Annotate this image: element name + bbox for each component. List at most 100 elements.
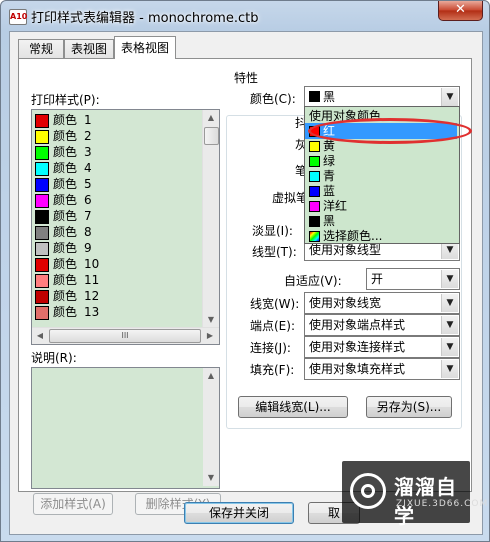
description-scrollbar[interactable]: ▲ ▼: [203, 368, 219, 486]
style-name: 颜色: [53, 241, 78, 255]
color-select[interactable]: 黑 ▼: [304, 86, 460, 108]
chevron-down-icon[interactable]: ▼: [441, 360, 458, 378]
endstyle-label: 端点(E):: [250, 319, 295, 333]
style-number: 9: [84, 241, 92, 255]
color-option[interactable]: 黑: [305, 213, 457, 229]
list-item[interactable]: 颜色 9: [34, 240, 202, 256]
color-swatch-icon: [309, 171, 320, 182]
tab-table-view[interactable]: 表视图: [64, 39, 114, 58]
add-style-button[interactable]: 添加样式(A): [33, 493, 113, 515]
watermark: 溜溜自学 ZIXUE.3D66.COM: [342, 461, 487, 528]
lineweight-label: 线宽(W):: [250, 297, 300, 311]
list-item[interactable]: 颜色 8: [34, 224, 202, 240]
print-styles-label: 打印样式(P):: [31, 93, 100, 107]
color-option[interactable]: 选择颜色...: [305, 228, 457, 244]
joinstyle-select-value: 使用对象连接样式: [309, 340, 406, 354]
style-number: 2: [84, 129, 92, 143]
color-swatch-icon: [309, 141, 320, 152]
save-and-close-button[interactable]: 保存并关闭: [184, 502, 294, 524]
scroll-left-arrow-icon[interactable]: ◀: [32, 328, 48, 344]
list-item[interactable]: 颜色 1: [34, 112, 202, 128]
style-number: 4: [84, 161, 92, 175]
horizontal-scroll-thumb[interactable]: III: [49, 329, 201, 343]
color-swatch-icon: [309, 216, 320, 227]
list-item[interactable]: 颜色 6: [34, 192, 202, 208]
description-textarea[interactable]: ▲ ▼: [31, 367, 220, 489]
save-as-button[interactable]: 另存为(S)...: [366, 396, 452, 418]
color-swatch-icon: [35, 130, 49, 144]
style-name: 颜色: [53, 305, 78, 319]
lineweight-select-value: 使用对象线宽: [309, 296, 382, 310]
chevron-down-icon[interactable]: ▼: [441, 88, 458, 106]
color-picker-icon: [309, 231, 320, 242]
list-item[interactable]: 颜色 3: [34, 144, 202, 160]
list-item[interactable]: 颜色 12: [34, 288, 202, 304]
style-name: 颜色: [53, 161, 78, 175]
tab-form-view[interactable]: 表格视图: [114, 36, 176, 59]
desc-scroll-down-icon[interactable]: ▼: [203, 470, 219, 486]
list-item[interactable]: 颜色 13: [34, 304, 202, 320]
joinstyle-select[interactable]: 使用对象连接样式 ▼: [304, 336, 460, 358]
color-option[interactable]: 绿: [305, 153, 457, 169]
color-option-label: 洋红: [323, 199, 348, 213]
chevron-down-icon[interactable]: ▼: [441, 270, 458, 288]
list-horizontal-scrollbar[interactable]: ◀ III ▶: [32, 327, 219, 344]
color-swatch-icon: [35, 306, 49, 320]
color-option-label: 蓝: [323, 184, 336, 198]
color-swatch-icon: [35, 178, 49, 192]
color-option[interactable]: 蓝: [305, 183, 457, 199]
chevron-down-icon[interactable]: ▼: [441, 294, 458, 312]
scroll-right-arrow-icon[interactable]: ▶: [202, 328, 218, 344]
endstyle-select[interactable]: 使用对象端点样式 ▼: [304, 314, 460, 336]
style-number: 12: [84, 289, 100, 303]
style-number: 3: [84, 145, 92, 159]
fillstyle-select[interactable]: 使用对象填充样式 ▼: [304, 358, 460, 380]
list-item[interactable]: 颜色 5: [34, 176, 202, 192]
watermark-subtext: ZIXUE.3D66.COM: [396, 499, 489, 509]
adaptive-label: 自适应(V):: [284, 274, 342, 288]
list-vertical-scrollbar[interactable]: ▲ ▼: [202, 110, 219, 328]
properties-group-label: 特性: [232, 69, 261, 86]
color-swatch-icon: [35, 162, 49, 176]
red-highlight-ellipse: [308, 118, 472, 144]
style-number: 13: [84, 305, 100, 319]
fillstyle-select-value: 使用对象填充样式: [309, 362, 406, 376]
chevron-down-icon[interactable]: ▼: [441, 316, 458, 334]
lineweight-select[interactable]: 使用对象线宽 ▼: [304, 292, 460, 314]
joinstyle-label: 连接(J):: [250, 341, 291, 355]
list-item[interactable]: 颜色 11: [34, 272, 202, 288]
color-option-label: 黑: [323, 214, 336, 228]
color-option-label: 选择颜色...: [323, 229, 383, 243]
close-button[interactable]: ✕: [438, 1, 483, 21]
edit-lineweights-button[interactable]: 编辑线宽(L)...: [238, 396, 348, 418]
desc-scroll-up-icon[interactable]: ▲: [203, 368, 219, 384]
editor-window: A10 打印样式表编辑器 - monochrome.ctb ✕ 常规 表视图 表…: [0, 0, 490, 542]
title-bar[interactable]: A10 打印样式表编辑器 - monochrome.ctb ✕: [1, 1, 489, 31]
style-name: 颜色: [53, 129, 78, 143]
color-swatch-icon: [309, 186, 320, 197]
window-title: 打印样式表编辑器 - monochrome.ctb: [31, 11, 259, 26]
black-swatch-icon: [309, 91, 320, 102]
scroll-up-arrow-icon[interactable]: ▲: [203, 110, 219, 126]
color-swatch-icon: [309, 201, 320, 212]
watermark-logo-icon: [350, 473, 386, 509]
style-name: 颜色: [53, 193, 78, 207]
list-item[interactable]: 颜色 10: [34, 256, 202, 272]
adaptive-select[interactable]: 开 ▼: [366, 268, 460, 290]
style-number: 1: [84, 113, 92, 127]
color-option[interactable]: 青: [305, 168, 457, 184]
print-styles-list[interactable]: 颜色 1 颜色 2 颜色 3 颜色 4 颜色 5 颜色 6 颜色 7 颜色 8 颜色 9 颜色 10 颜色 11 颜色 12 颜…: [31, 109, 220, 345]
color-swatch-icon: [35, 242, 49, 256]
list-item[interactable]: 颜色 4: [34, 160, 202, 176]
list-item[interactable]: 颜色 7: [34, 208, 202, 224]
tab-general[interactable]: 常规: [18, 39, 64, 58]
scroll-down-arrow-icon[interactable]: ▼: [203, 312, 219, 328]
color-swatch-icon: [309, 156, 320, 167]
dialog-client: 常规 表视图 表格视图 打印样式(P): 颜色 1 颜色 2 颜色 3 颜色 4 颜色 5 颜色 6 颜…: [9, 31, 483, 535]
color-option[interactable]: 洋红: [305, 198, 457, 214]
color-swatch-icon: [35, 114, 49, 128]
scroll-thumb[interactable]: [204, 127, 219, 145]
chevron-down-icon[interactable]: ▼: [441, 338, 458, 356]
list-item[interactable]: 颜色 2: [34, 128, 202, 144]
color-swatch-icon: [35, 274, 49, 288]
